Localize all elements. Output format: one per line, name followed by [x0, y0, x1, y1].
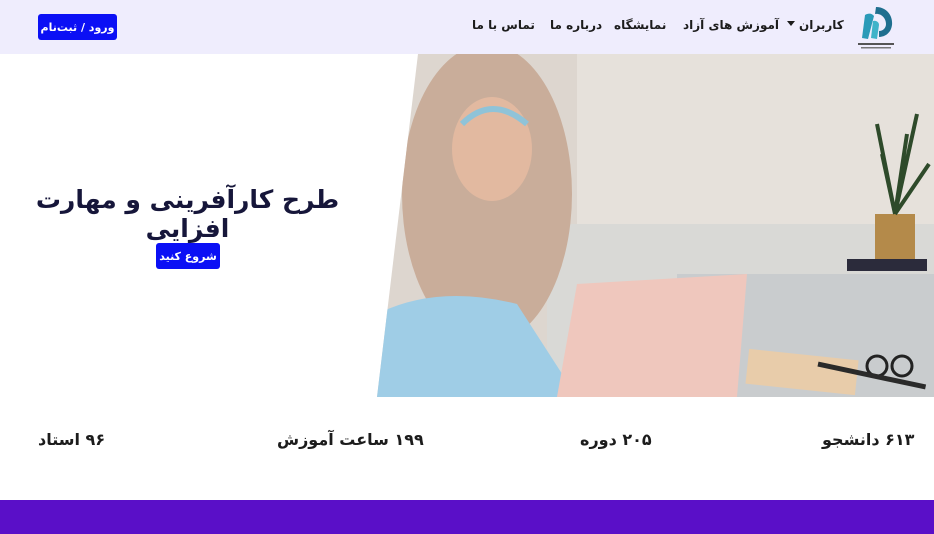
login-register-button[interactable]: ورود / ثبت‌نام — [38, 14, 117, 40]
stat-courses: ۲۰۵ دوره — [580, 430, 652, 449]
nav-about[interactable]: درباره ما — [550, 18, 602, 32]
nav-contact[interactable]: تماس با ما — [472, 18, 535, 32]
hero-title: طرح کارآفرینی و مهارت افزایی — [35, 185, 340, 243]
hero-image — [377, 54, 934, 397]
nav-users[interactable]: کاربران — [799, 18, 844, 32]
header: ورود / ثبت‌نام تماس با ما درباره ما نمای… — [0, 0, 934, 54]
stat-hours: ۱۹۹ ساعت آموزش — [277, 430, 424, 449]
stat-teachers: ۹۶ استاد — [38, 430, 106, 449]
nav-free-courses[interactable]: آموزش های آزاد — [683, 18, 779, 32]
site-logo-icon[interactable] — [853, 3, 899, 53]
chevron-down-icon[interactable] — [787, 21, 795, 26]
start-button[interactable]: شروع کنید — [156, 243, 220, 269]
stat-students: ۶۱۳ دانشجو — [822, 430, 915, 449]
footer-band — [0, 500, 934, 534]
nav-exhibition[interactable]: نمایشگاه — [614, 18, 666, 32]
